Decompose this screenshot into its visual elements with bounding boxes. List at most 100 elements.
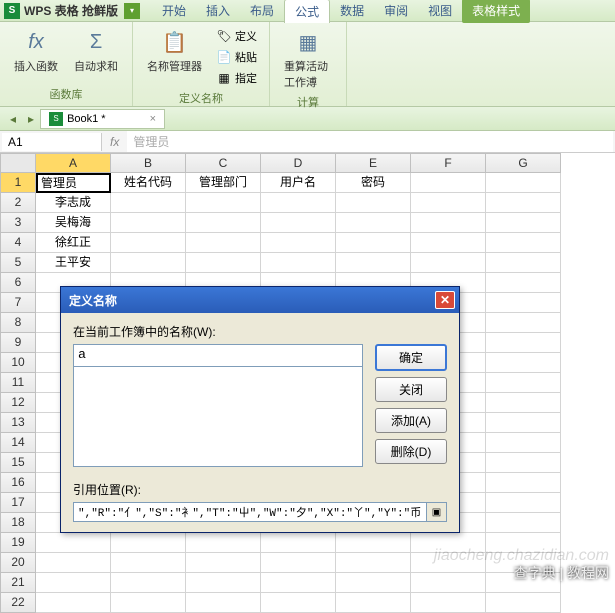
cell[interactable] [111,533,186,553]
delete-button[interactable]: 删除(D) [375,439,447,464]
row-header[interactable]: 13 [0,413,36,433]
cell[interactable] [486,233,561,253]
cell[interactable] [411,213,486,233]
row-header[interactable]: 17 [0,493,36,513]
menu-tab-视图[interactable]: 视图 [418,0,462,23]
row-header[interactable]: 9 [0,333,36,353]
dialog-close-button[interactable]: ✕ [435,291,455,309]
cell[interactable] [186,533,261,553]
assign-name-button[interactable]: ▦指定 [212,68,261,88]
cell[interactable] [486,273,561,293]
row-header[interactable]: 18 [0,513,36,533]
cell[interactable] [486,353,561,373]
cell[interactable] [486,193,561,213]
row-header[interactable]: 22 [0,593,36,613]
cell[interactable] [111,593,186,613]
insert-function-button[interactable]: fx 插入函数 [8,26,64,76]
auto-sum-button[interactable]: Σ 自动求和 [68,26,124,76]
col-header-F[interactable]: F [411,153,486,173]
row-header[interactable]: 5 [0,253,36,273]
fx-label-icon[interactable]: fx [104,135,125,149]
cell[interactable] [411,253,486,273]
cell[interactable] [186,233,261,253]
cell[interactable] [336,233,411,253]
cell[interactable] [336,593,411,613]
cell[interactable] [411,173,486,193]
app-menu-dropdown[interactable]: ▾ [124,3,140,19]
cell[interactable] [411,233,486,253]
tab-scroll-right[interactable]: ▸ [22,112,40,126]
cell[interactable] [486,493,561,513]
col-header-D[interactable]: D [261,153,336,173]
cell[interactable] [486,413,561,433]
menu-tab-插入[interactable]: 插入 [196,0,240,23]
formula-input[interactable]: 管理员 [127,131,613,152]
cell[interactable] [111,253,186,273]
ok-button[interactable]: 确定 [375,344,447,371]
row-header[interactable]: 1 [0,173,36,193]
menu-tab-表格样式[interactable]: 表格样式 [462,0,530,23]
menu-tab-布局[interactable]: 布局 [240,0,284,23]
cell[interactable] [261,533,336,553]
reference-input[interactable] [73,502,427,522]
col-header-B[interactable]: B [111,153,186,173]
cell[interactable] [186,553,261,573]
select-all-corner[interactable] [0,153,36,173]
cell[interactable] [36,573,111,593]
cell[interactable] [186,573,261,593]
cell[interactable] [411,573,486,593]
cell[interactable] [111,553,186,573]
dialog-title-bar[interactable]: 定义名称 ✕ [61,287,459,313]
close-button[interactable]: 关闭 [375,377,447,402]
cell[interactable] [261,193,336,213]
cell[interactable] [111,573,186,593]
cell[interactable] [36,593,111,613]
cell[interactable] [261,213,336,233]
cell[interactable] [486,393,561,413]
row-header[interactable]: 14 [0,433,36,453]
row-header[interactable]: 16 [0,473,36,493]
cell[interactable]: 管理部门 [186,173,261,193]
cell[interactable] [111,233,186,253]
cell[interactable] [486,453,561,473]
row-header[interactable]: 7 [0,293,36,313]
row-header[interactable]: 19 [0,533,36,553]
row-header[interactable]: 15 [0,453,36,473]
cell[interactable] [486,213,561,233]
menu-tab-开始[interactable]: 开始 [152,0,196,23]
menu-tab-数据[interactable]: 数据 [330,0,374,23]
cell[interactable]: 李志成 [36,193,111,213]
cell[interactable] [486,253,561,273]
cell[interactable] [36,533,111,553]
cell[interactable] [486,373,561,393]
cell[interactable] [336,193,411,213]
cell[interactable] [336,253,411,273]
name-input[interactable] [73,344,363,367]
cell[interactable] [111,193,186,213]
cell[interactable] [486,433,561,453]
recalc-button[interactable]: ▦ 重算活动工作溥 [278,26,338,92]
col-header-A[interactable]: A [36,153,111,173]
cell[interactable] [486,173,561,193]
document-tab[interactable]: S Book1 * × [40,109,165,129]
cell[interactable] [261,553,336,573]
cell[interactable]: 吴梅海 [36,213,111,233]
cell[interactable] [411,193,486,213]
menu-tab-公式[interactable]: 公式 [284,0,330,23]
cell[interactable] [336,213,411,233]
cell[interactable] [336,553,411,573]
name-manager-button[interactable]: 📋 名称管理器 [141,26,208,88]
cell[interactable]: 徐红正 [36,233,111,253]
col-header-C[interactable]: C [186,153,261,173]
cell[interactable]: 用户名 [261,173,336,193]
close-tab-icon[interactable]: × [150,113,156,125]
cell[interactable] [186,213,261,233]
cell[interactable] [486,313,561,333]
range-picker-button[interactable]: ▣ [427,502,447,522]
cell[interactable]: 管理员 [36,173,111,193]
cell[interactable] [411,593,486,613]
cell[interactable] [486,593,561,613]
row-header[interactable]: 10 [0,353,36,373]
row-header[interactable]: 12 [0,393,36,413]
names-listbox[interactable] [73,367,363,467]
